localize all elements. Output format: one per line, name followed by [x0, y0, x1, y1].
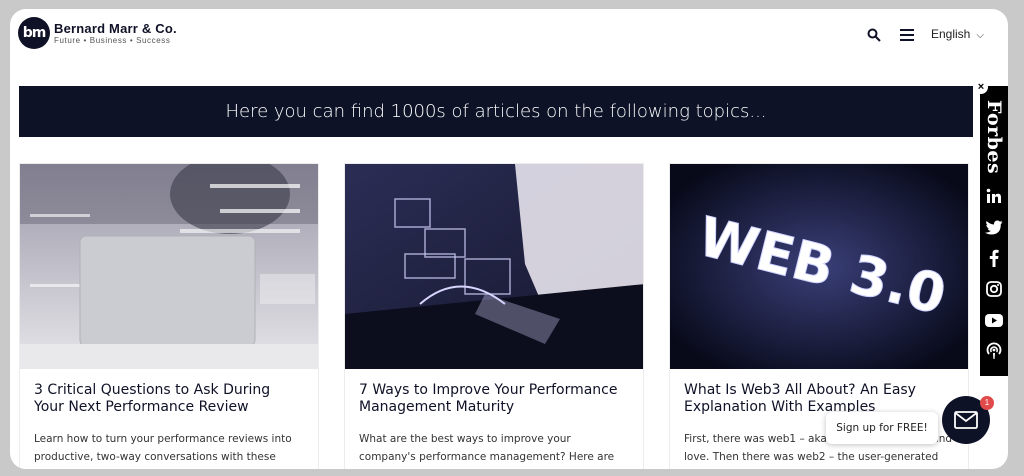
signup-prompt[interactable]: Sign up for FREE!	[826, 412, 938, 444]
logo-mark: bm	[18, 17, 50, 49]
article-title[interactable]: 3 Critical Questions to Ask During Your …	[34, 382, 304, 416]
close-icon[interactable]: ×	[974, 80, 988, 94]
facebook-icon[interactable]	[985, 249, 1003, 268]
language-selector[interactable]: English ⌵	[931, 27, 984, 41]
article-excerpt: What are the best ways to improve your c…	[359, 433, 615, 463]
topics-banner: Here you can find 1000s of articles on t…	[19, 86, 973, 137]
social-sidebar: × Forbes	[974, 80, 1008, 376]
brand-name: Bernard Marr & Co.	[54, 20, 177, 36]
logo-text: Bernard Marr & Co. Future • Business • S…	[54, 22, 177, 45]
youtube-icon[interactable]	[985, 311, 1003, 329]
banner-text: Here you can find 1000s of articles on t…	[225, 101, 767, 122]
language-label: English	[931, 27, 971, 41]
twitter-icon[interactable]	[985, 218, 1003, 236]
brand-tagline: Future • Business • Success	[54, 35, 171, 45]
hamburger-menu-icon[interactable]	[900, 29, 914, 41]
article-card[interactable]: 7 Ways to Improve Your Performance Manag…	[344, 163, 644, 469]
forbes-logo[interactable]: Forbes	[983, 100, 1005, 174]
page: bm Bernard Marr & Co. Future • Business …	[10, 9, 1008, 469]
article-card[interactable]: 3 Critical Questions to Ask During Your …	[19, 163, 319, 469]
search-icon[interactable]	[867, 28, 881, 42]
logo[interactable]: bm Bernard Marr & Co. Future • Business …	[18, 17, 177, 49]
instagram-icon[interactable]	[985, 280, 1003, 298]
article-title[interactable]: 7 Ways to Improve Your Performance Manag…	[359, 382, 629, 416]
signup-label: Sign up for FREE!	[836, 422, 928, 434]
envelope-icon	[954, 411, 978, 429]
article-title[interactable]: What Is Web3 All About? An Easy Explanat…	[684, 382, 954, 416]
article-excerpt: Learn how to turn your performance revie…	[34, 433, 292, 463]
article-image[interactable]	[345, 164, 643, 369]
chevron-down-icon: ⌵	[976, 29, 984, 41]
article-image[interactable]	[20, 164, 318, 369]
linkedin-icon[interactable]	[985, 187, 1003, 205]
podcast-icon[interactable]	[985, 342, 1003, 360]
article-image[interactable]: WEB 3.0	[670, 164, 968, 369]
notification-badge: 1	[980, 396, 994, 410]
